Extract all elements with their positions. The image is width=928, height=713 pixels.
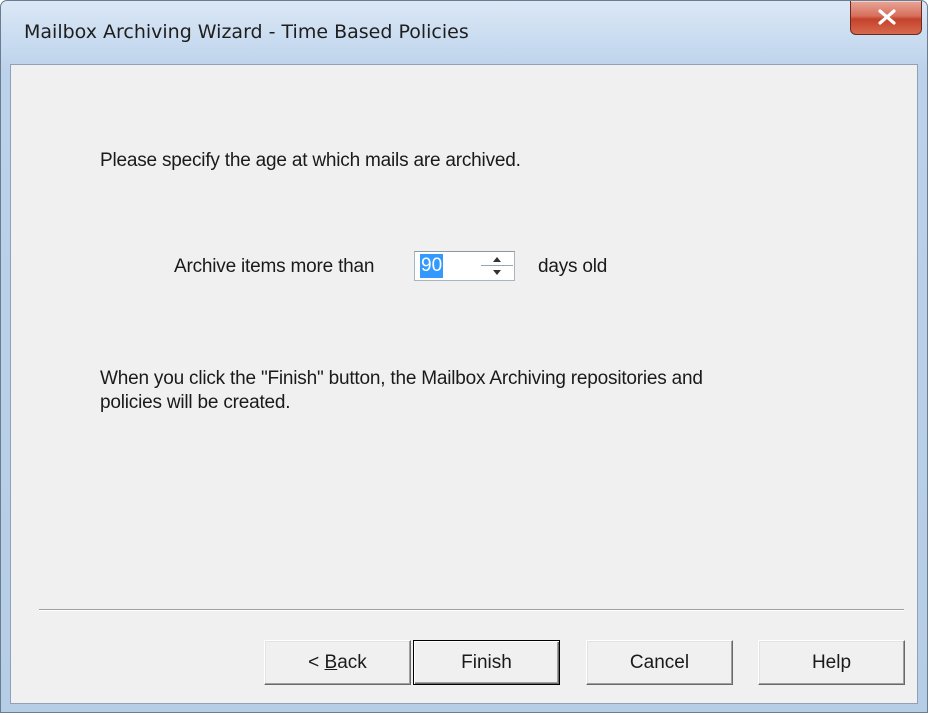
instruction-text: Please specify the age at which mails ar… [100, 150, 521, 171]
archive-age-label: Archive items more than [174, 256, 375, 277]
days-input[interactable]: 90 [420, 254, 444, 278]
back-button[interactable]: < Back [264, 640, 411, 685]
cancel-button[interactable]: Cancel [586, 640, 733, 685]
finish-info-line-1: When you click the "Finish" button, the … [100, 368, 703, 389]
close-button[interactable] [850, 1, 922, 35]
button-separator [39, 609, 904, 611]
days-old-label: days old [538, 256, 608, 277]
days-spinbox[interactable]: 90 [414, 251, 515, 281]
finish-info-text: When you click the "Finish" button, the … [100, 367, 703, 415]
arrow-down-icon [493, 270, 501, 275]
finish-info-line-2: policies will be created. [100, 392, 291, 413]
wizard-window: Mailbox Archiving Wizard - Time Based Po… [0, 0, 928, 713]
back-button-prefix: < [308, 651, 325, 673]
spin-down-button[interactable] [481, 266, 513, 279]
cancel-button-label: Cancel [629, 651, 690, 673]
close-x-icon [878, 9, 896, 25]
back-button-rest: ack [337, 651, 367, 673]
help-button[interactable]: Help [758, 640, 905, 685]
window-title: Mailbox Archiving Wizard - Time Based Po… [24, 21, 469, 43]
title-bar[interactable]: Mailbox Archiving Wizard - Time Based Po… [1, 1, 927, 65]
spin-up-button[interactable] [481, 253, 513, 266]
finish-button-label: Finish [461, 651, 512, 673]
spin-buttons [481, 253, 513, 279]
finish-button[interactable]: Finish [413, 640, 560, 685]
back-button-mnemonic: B [324, 651, 338, 673]
help-button-label: Help [811, 651, 852, 673]
arrow-up-icon [493, 257, 501, 262]
wizard-client-area: Please specify the age at which mails ar… [10, 64, 918, 704]
